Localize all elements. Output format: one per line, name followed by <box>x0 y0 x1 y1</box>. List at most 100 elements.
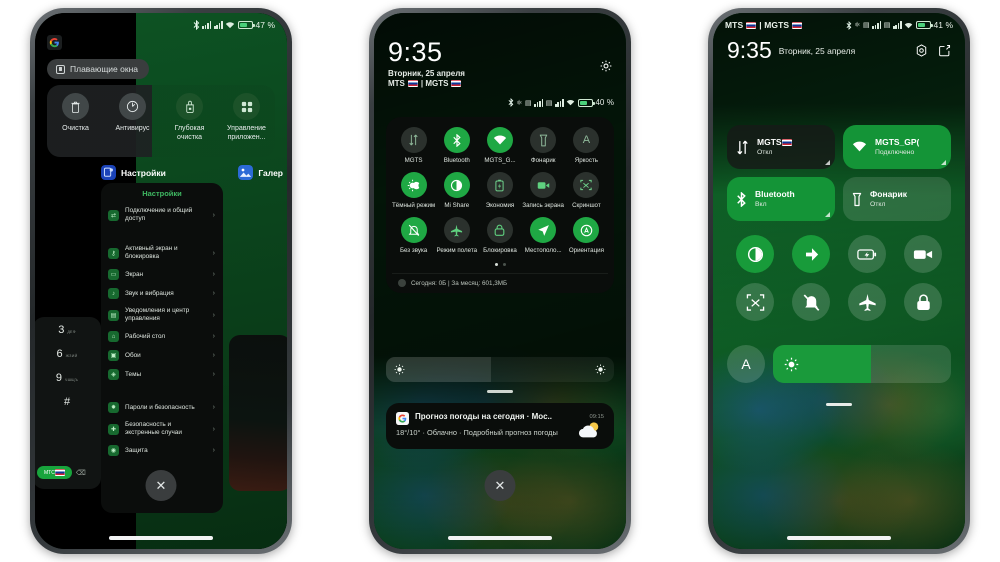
home-screen-icon: ⌂ <box>108 331 119 342</box>
recent-card-dialer[interactable]: 3 ДЕФ 6 ЖЗИЙ 9 ЧШЩЪ # МТС ⌫ <box>35 317 101 489</box>
location-icon <box>530 217 557 243</box>
dial-row: 9 ЧШЩЪ <box>35 365 101 389</box>
toolbar-label: Глубокая очистка <box>174 125 205 141</box>
cc-toggle-screenshot[interactable] <box>736 283 774 321</box>
qs-tile-airplane[interactable]: Режим полета <box>435 217 478 254</box>
settings-row[interactable]: ♪ Звук и вибрация › <box>101 284 223 303</box>
settings-row[interactable]: ⚷ Активный экран и блокировка › <box>101 241 223 265</box>
floating-windows-chip[interactable]: Плавающие окна <box>47 59 150 79</box>
recent-card-settings[interactable]: Настройки ⇄ Подключение и общий доступ ›… <box>101 183 223 513</box>
toolbar-item-app-manage[interactable]: Управление приложен... <box>220 93 274 142</box>
cc-toggle-lock[interactable] <box>904 283 942 321</box>
qs-tile-dark-mode[interactable]: Тёмный режим <box>392 172 435 209</box>
recents-toolbar: Очистка Антивирус Глубокая очистка Управ… <box>47 85 275 157</box>
brightness-slider[interactable] <box>773 345 951 383</box>
qs-tile-mute[interactable]: Без звука <box>392 217 435 254</box>
settings-row[interactable]: ▭ Экран › <box>101 265 223 284</box>
settings-group-gap <box>101 384 223 398</box>
cc-tile-mobile-data[interactable]: MGTS Откл <box>727 125 835 169</box>
settings-gear-icon[interactable] <box>915 44 928 57</box>
dial-backspace-icon[interactable]: ⌫ <box>76 469 86 477</box>
settings-row[interactable]: ⇄ Подключение и общий доступ › <box>101 203 223 227</box>
control-center-brightness-row: A <box>727 345 951 383</box>
carrier-label: MTS | MGTS <box>725 20 803 30</box>
settings-row[interactable]: ◈ Темы › <box>101 365 223 384</box>
qs-label: Режим полета <box>436 247 478 254</box>
control-center-drag-handle[interactable] <box>826 403 852 406</box>
data-usage-row[interactable]: Сегодня: 0Б | За месяц: 601,3МБ <box>392 273 608 293</box>
qs-label: Bluetooth <box>443 157 470 164</box>
brightness-icon <box>784 357 799 371</box>
settings-row[interactable]: ✸ Пароли и безопасность › <box>101 398 223 417</box>
cc-toggle-mi-share[interactable] <box>792 235 830 273</box>
chevron-right-icon: › <box>212 333 215 340</box>
connection-icon: ⇄ <box>108 209 119 221</box>
flag-icon <box>54 469 65 476</box>
dial-call-button[interactable]: МТС <box>37 466 72 479</box>
notification-header: Прогноз погоды на сегодня · Мос.. 09:15 <box>396 412 604 425</box>
expand-corner-icon[interactable] <box>825 212 830 217</box>
cc-toggle-dark-mode[interactable] <box>736 235 774 273</box>
page-dots[interactable] <box>392 254 608 273</box>
qs-label: MGTS_G... <box>484 157 516 164</box>
close-all-button[interactable]: ✕ <box>484 470 516 501</box>
settings-row-label: Защита <box>125 446 148 454</box>
settings-row-label: Обои <box>125 351 141 359</box>
phone-3-control-center: MTS | MGTS ⚛ ▤ ▤ 41% 9:35 Вторник, 25 ап… <box>708 8 970 554</box>
settings-row-label: Рабочий стол <box>125 332 166 340</box>
qs-tile-mobile-data[interactable]: MGTS <box>392 127 435 164</box>
shade-drag-handle[interactable] <box>487 390 513 393</box>
cc-toggle-screen-record[interactable] <box>904 235 942 273</box>
screenshot-icon <box>746 293 764 311</box>
qs-tile-flashlight[interactable]: Фонарик <box>522 127 565 164</box>
screen-record-icon <box>913 249 933 259</box>
qs-tile-mi-share[interactable]: Mi Share <box>435 172 478 209</box>
qs-tile-wifi[interactable]: MGTS_G... <box>478 127 521 164</box>
close-all-button[interactable]: ✕ <box>145 470 177 501</box>
qs-tile-screenshot[interactable]: Скриншот <box>565 172 608 209</box>
qs-tile-brightness[interactable]: A Яркость <box>565 127 608 164</box>
notification-card-weather[interactable]: Прогноз погоды на сегодня · Мос.. 09:15 … <box>386 403 614 449</box>
toolbar-label: Управление приложен... <box>227 125 266 141</box>
mi-share-icon <box>443 172 470 198</box>
toolbar-item-antivirus[interactable]: Антивирус <box>106 93 160 134</box>
auto-brightness-toggle[interactable]: A <box>727 345 765 383</box>
recent-card-gallery[interactable] <box>229 335 287 491</box>
mobile-data-icon <box>400 127 427 153</box>
status-icons: 47% <box>193 20 275 30</box>
qs-tile-battery-saver[interactable]: Экономия <box>478 172 521 209</box>
qs-tile-location[interactable]: Местополо... <box>522 217 565 254</box>
settings-row[interactable]: ▤ Уведомления и центр управления › <box>101 303 223 327</box>
screen-record-icon <box>530 172 557 198</box>
qs-tile-lock[interactable]: Блокировка <box>478 217 521 254</box>
phone-1-screen: 47% Плавающие окна Очистка Антивирус Глу… <box>35 13 287 549</box>
expand-corner-icon[interactable] <box>941 160 946 165</box>
sim1-icon: ▤ <box>862 22 870 29</box>
settings-row[interactable]: ⌂ Рабочий стол › <box>101 327 223 346</box>
cc-tile-flashlight[interactable]: Фонарик Откл <box>843 177 951 221</box>
edit-icon[interactable] <box>938 44 951 57</box>
cc-toggle-airplane[interactable] <box>848 283 886 321</box>
settings-row[interactable]: ▣ Обои › <box>101 346 223 365</box>
cc-toggle-mute[interactable] <box>792 283 830 321</box>
qs-tile-screen-record[interactable]: Запись экрана <box>522 172 565 209</box>
brightness-slider[interactable] <box>386 357 614 382</box>
qs-tile-rotation[interactable]: Ориентация <box>565 217 608 254</box>
qs-tile-bluetooth[interactable]: Bluetooth <box>435 127 478 164</box>
settings-row-label: Пароли и безопасность <box>125 403 195 411</box>
settings-row[interactable]: ✚ Безопасность и экстренные случаи › <box>101 417 223 441</box>
settings-row[interactable]: ◉ Защита › <box>101 441 223 460</box>
recent-app-header-settings: Настройки <box>101 165 166 180</box>
rotation-icon <box>573 217 600 243</box>
expand-corner-icon[interactable] <box>825 160 830 165</box>
gear-icon[interactable] <box>600 60 612 72</box>
settings-row-label: Темы <box>125 370 142 378</box>
toolbar-item-deep-clean[interactable]: Глубокая очистка <box>163 93 217 142</box>
toolbar-item-clean[interactable]: Очистка <box>49 93 103 134</box>
cc-tile-wifi[interactable]: MGTS_GP( Подключено <box>843 125 951 169</box>
cc-toggle-battery-saver[interactable] <box>848 235 886 273</box>
qs-label: Скриншот <box>572 202 601 209</box>
toolbar-label: Очистка <box>62 125 89 132</box>
cc-tile-bluetooth[interactable]: Bluetooth Вкл <box>727 177 835 221</box>
wallpaper-icon: ▣ <box>108 350 119 361</box>
